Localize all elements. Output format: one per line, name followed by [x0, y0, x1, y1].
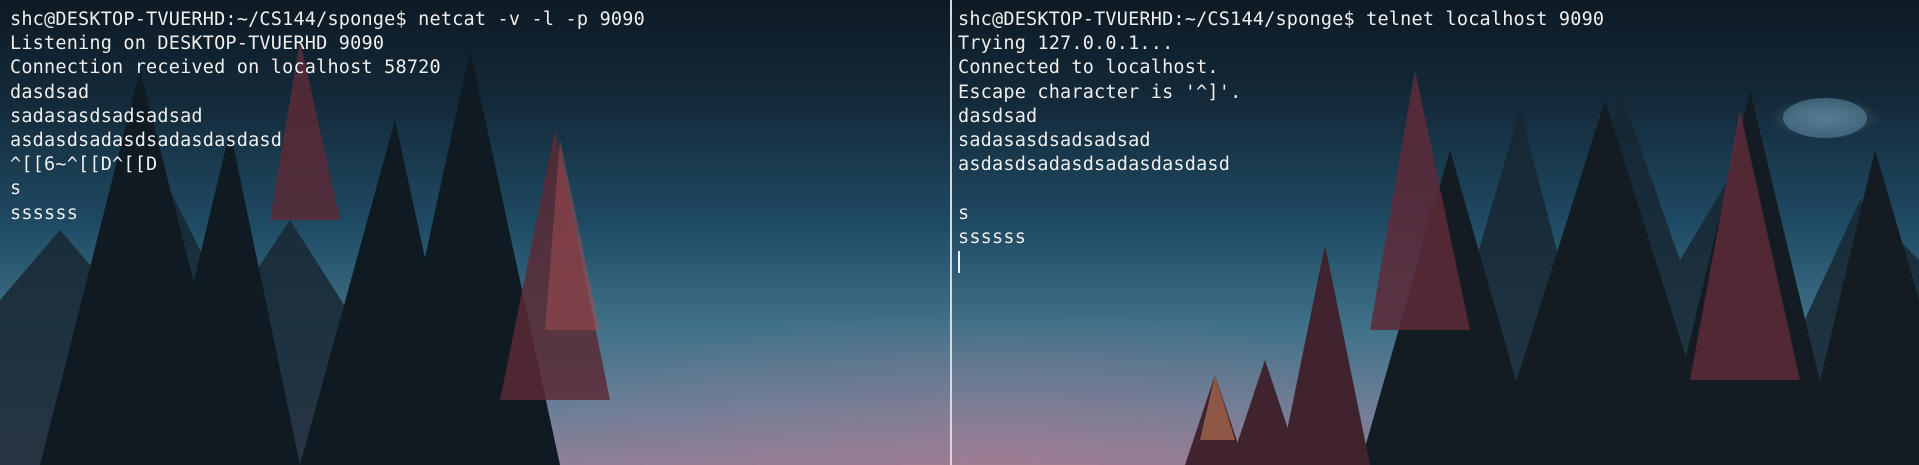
terminal-line: s: [958, 202, 970, 224]
terminal-output: shc@DESKTOP-TVUERHD:~/CS144/sponge$ teln…: [958, 8, 1604, 274]
terminal-line: shc@DESKTOP-TVUERHD:~/CS144/sponge$ teln…: [958, 9, 1605, 30]
terminal-line: sadasasdsadsadsad: [958, 129, 1151, 151]
terminal-line: dasdsad: [10, 81, 90, 103]
terminal-output: shc@DESKTOP-TVUERHD:~/CS144/sponge$ netc…: [10, 8, 645, 226]
terminal-line: Trying 127.0.0.1...: [958, 33, 1174, 55]
terminal-line: asdasdsadasdsadasdasdasd: [958, 154, 1231, 176]
terminal-pane-netcat[interactable]: shc@DESKTOP-TVUERHD:~/CS144/sponge$ netc…: [0, 0, 950, 465]
terminal-line: asdasdsadasdsadasdasdasd: [10, 129, 283, 151]
terminal-line: ssssss: [10, 202, 79, 224]
terminal-input-line[interactable]: [958, 250, 1604, 274]
terminal-line: s: [10, 178, 22, 200]
terminal-line: dasdsad: [958, 105, 1038, 127]
terminal-line: Connected to localhost.: [958, 57, 1219, 79]
terminal-line: shc@DESKTOP-TVUERHD:~/CS144/sponge$ netc…: [10, 9, 645, 30]
text-cursor: [958, 250, 960, 273]
terminal-line: Connection received on localhost 58720: [10, 57, 441, 79]
terminal-line: sadasasdsadsadsad: [10, 105, 203, 127]
terminal-line: Escape character is '^]'.: [958, 81, 1242, 103]
terminal-pane-telnet[interactable]: shc@DESKTOP-TVUERHD:~/CS144/sponge$ teln…: [952, 0, 1919, 465]
terminal-line: ssssss: [958, 226, 1027, 248]
terminal-line: ^[[6~^[[D^[[D: [10, 154, 158, 176]
terminal-line: Listening on DESKTOP-TVUERHD 9090: [10, 33, 385, 55]
